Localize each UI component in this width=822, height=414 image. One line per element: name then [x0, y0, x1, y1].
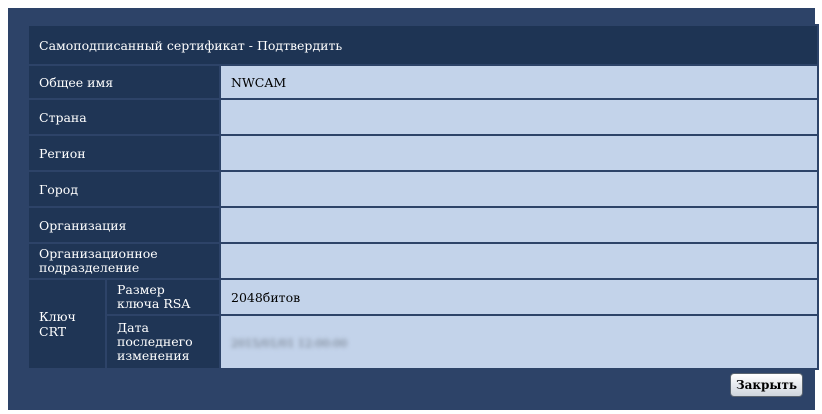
org-unit-label: Организационное подразделение: [27, 242, 221, 280]
dialog-title: Самоподписанный сертификат - Подтвердить: [27, 24, 819, 66]
organization-label: Организация: [27, 206, 221, 244]
key-size-value: 2048битов: [219, 278, 819, 316]
last-modified-value: 2015/01/01 12:00:00: [231, 336, 348, 350]
certificate-table: Самоподписанный сертификат - Подтвердить…: [27, 24, 819, 370]
city-label: Город: [27, 170, 221, 208]
city-value: [219, 170, 819, 208]
certificate-dialog: Самоподписанный сертификат - Подтвердить…: [8, 8, 819, 410]
common-name-label: Общее имя: [27, 64, 221, 100]
last-modified-label: Дата последнего изменения: [105, 314, 221, 370]
close-button[interactable]: Закрыть: [730, 373, 803, 397]
last-modified-cell: 2015/01/01 12:00:00: [219, 314, 819, 370]
region-label: Регион: [27, 134, 221, 172]
key-size-label: Размер ключа RSA: [105, 278, 221, 316]
common-name-value: NWCAM: [219, 64, 819, 100]
org-unit-value: [219, 242, 819, 280]
country-value: [219, 98, 819, 136]
crt-key-label: Ключ CRT: [27, 278, 107, 370]
country-label: Страна: [27, 98, 221, 136]
region-value: [219, 134, 819, 172]
organization-value: [219, 206, 819, 244]
